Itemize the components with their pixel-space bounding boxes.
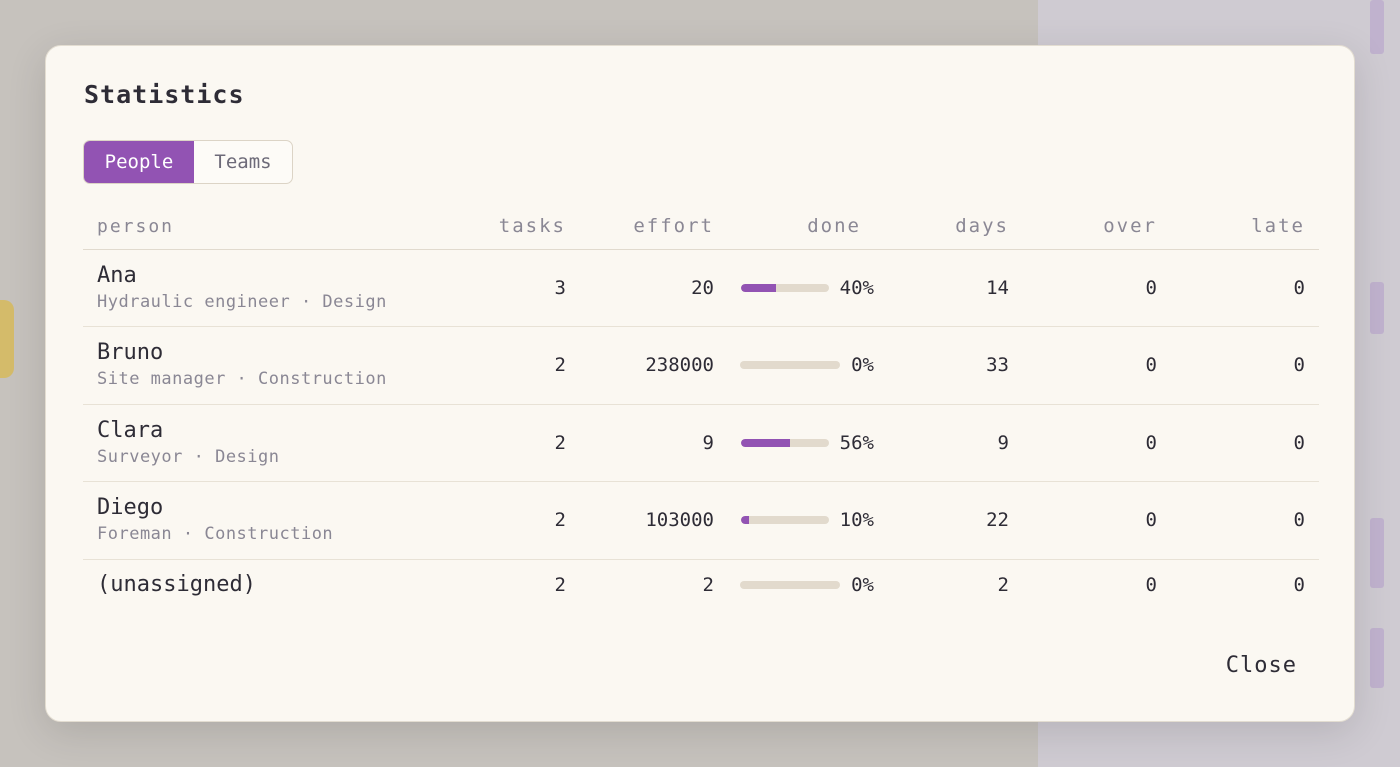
effort-cell: 103000 bbox=[580, 481, 728, 560]
done-percent: 40% bbox=[839, 276, 874, 299]
progress-fill bbox=[740, 283, 776, 292]
done-cell: 40% bbox=[728, 249, 875, 327]
progress-fill bbox=[740, 516, 750, 525]
late-cell: 0 bbox=[1171, 481, 1319, 560]
progress-bar bbox=[740, 438, 829, 447]
person-name: Clara bbox=[97, 417, 164, 443]
table-row: Bruno Site manager · Construction 2 238000 0… bbox=[83, 326, 1319, 405]
done-percent: 10% bbox=[839, 509, 874, 532]
done-cell: 0% bbox=[728, 326, 875, 405]
table-row: Diego Foreman · Construction 2 103000 10% 22 0… bbox=[83, 481, 1319, 560]
done-cell: 56% bbox=[728, 404, 875, 482]
background-marker bbox=[1370, 0, 1384, 54]
background-marker bbox=[1370, 628, 1384, 688]
over-cell: 0 bbox=[1023, 481, 1171, 560]
dialog-title: Statistics bbox=[84, 80, 245, 109]
tasks-cell: 2 bbox=[554, 574, 566, 597]
effort-cell: 20 bbox=[580, 249, 728, 327]
done-cell: 10% bbox=[728, 481, 875, 560]
background-shape bbox=[0, 300, 14, 378]
done-percent: 56% bbox=[839, 431, 874, 454]
late-cell: 0 bbox=[1293, 574, 1305, 597]
person-name: (unassigned) bbox=[97, 572, 256, 598]
person-cell: Bruno Site manager · Construction bbox=[83, 326, 438, 405]
over-cell: 0 bbox=[1023, 326, 1171, 405]
days-cell: 14 bbox=[875, 249, 1023, 327]
days-cell: 9 bbox=[875, 404, 1023, 482]
person-role: Hydraulic engineer · Design bbox=[97, 291, 387, 312]
person-role: Surveyor · Design bbox=[97, 446, 280, 467]
background-marker bbox=[1370, 518, 1384, 588]
tasks-cell: 2 bbox=[438, 326, 580, 405]
effort-cell: 9 bbox=[580, 404, 728, 482]
person-cell: Diego Foreman · Construction bbox=[83, 481, 438, 560]
over-cell: 0 bbox=[1023, 404, 1171, 482]
over-cell: 0 bbox=[1145, 574, 1157, 597]
person-role: Site manager · Construction bbox=[97, 369, 387, 390]
header-person: person bbox=[83, 204, 438, 250]
header-late: late bbox=[1171, 204, 1319, 250]
header-effort: effort bbox=[580, 204, 728, 250]
late-cell: 0 bbox=[1171, 326, 1319, 405]
days-cell: 33 bbox=[875, 326, 1023, 405]
progress-bar bbox=[740, 361, 841, 370]
tasks-cell: 3 bbox=[438, 249, 580, 327]
table-header-row: person tasks effort done days over late bbox=[83, 204, 1319, 250]
statistics-dialog: Statistics People Teams person tasks eff… bbox=[45, 45, 1355, 722]
done-cell: 0% bbox=[728, 559, 875, 611]
person-cell: (unassigned) bbox=[83, 559, 438, 611]
late-cell: 0 bbox=[1171, 404, 1319, 482]
done-percent: 0% bbox=[851, 574, 874, 597]
progress-bar bbox=[740, 283, 829, 292]
person-cell: Ana Hydraulic engineer · Design bbox=[83, 249, 438, 327]
close-button[interactable]: Close bbox=[1226, 653, 1297, 678]
over-cell: 0 bbox=[1023, 249, 1171, 327]
late-cell: 0 bbox=[1171, 249, 1319, 327]
background-marker bbox=[1370, 282, 1384, 334]
tasks-cell: 2 bbox=[438, 404, 580, 482]
person-name: Ana bbox=[97, 262, 137, 288]
days-cell: 22 bbox=[875, 481, 1023, 560]
person-name: Bruno bbox=[97, 340, 164, 366]
tasks-cell: 2 bbox=[438, 481, 580, 560]
person-cell: Clara Surveyor · Design bbox=[83, 404, 438, 482]
progress-bar bbox=[740, 581, 841, 590]
tab-teams[interactable]: Teams bbox=[194, 141, 292, 183]
header-over: over bbox=[1023, 204, 1171, 250]
tab-people[interactable]: People bbox=[84, 141, 194, 183]
table-row: Clara Surveyor · Design 2 9 56% 9 0 0 bbox=[83, 404, 1319, 482]
header-days: days bbox=[875, 204, 1023, 250]
header-tasks: tasks bbox=[438, 204, 580, 250]
effort-cell: 2 bbox=[702, 574, 714, 597]
view-toggle: People Teams bbox=[83, 140, 293, 184]
days-cell: 2 bbox=[997, 574, 1009, 597]
table-row: Ana Hydraulic engineer · Design 3 20 40% 14 0 0 bbox=[83, 249, 1319, 327]
effort-cell: 238000 bbox=[580, 326, 728, 405]
progress-bar bbox=[740, 516, 829, 525]
table-row: (unassigned) 2 2 0% 2 0 0 bbox=[83, 559, 1319, 611]
done-percent: 0% bbox=[851, 354, 874, 377]
statistics-table: person tasks effort done days over late … bbox=[83, 204, 1319, 611]
person-name: Diego bbox=[97, 495, 164, 521]
progress-fill bbox=[740, 438, 790, 447]
header-done: done bbox=[728, 204, 875, 250]
person-role: Foreman · Construction bbox=[97, 524, 334, 545]
